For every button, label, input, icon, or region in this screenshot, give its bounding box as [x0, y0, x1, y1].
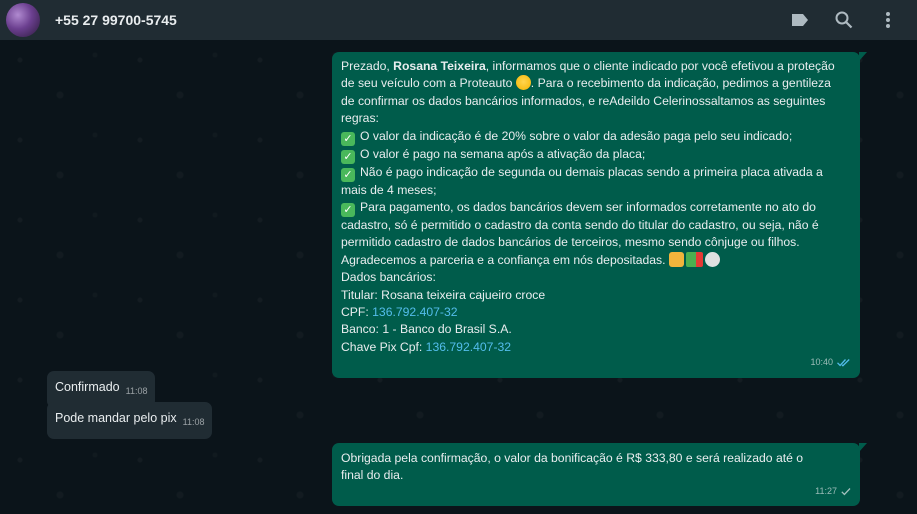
- bank-heading: Dados bancários:: [341, 270, 436, 285]
- search-icon[interactable]: [833, 9, 855, 31]
- rule-text: permitido cadastro de dados bancários de…: [341, 235, 800, 250]
- greeting-text: Prezado,: [341, 59, 394, 73]
- bubble-tail: [859, 443, 867, 452]
- grinning-face-icon: [515, 75, 531, 91]
- cpf-line: CPF: 136.792.407-32: [341, 304, 851, 321]
- check-mark-icon: ✓: [341, 167, 355, 182]
- read-receipt-icon: [837, 359, 850, 368]
- rule-item: ✓ Para pagamento, os dados bancários deve…: [341, 199, 851, 218]
- rule-item: ✓ O valor é pago na semana após a ativaçã…: [341, 146, 851, 164]
- message-text: Obrigada pela confirmação, o valor da bo…: [341, 451, 804, 465]
- message-time: 10:40: [810, 357, 833, 368]
- check-mark-icon: ✓: [341, 203, 355, 218]
- cpf-link[interactable]: 136.792.407-32: [372, 305, 457, 319]
- check-mark-icon: ✓: [341, 149, 355, 164]
- message-time: 11:08: [125, 386, 148, 396]
- contact-avatar[interactable]: [6, 3, 40, 37]
- contact-name[interactable]: +55 27 99700-5745: [55, 12, 177, 28]
- thanks-line: Agradecemos a parceria e a confiança em …: [341, 251, 851, 269]
- menu-dots-icon[interactable]: [877, 9, 899, 31]
- truck-icon: [685, 251, 703, 267]
- rule-text: cadastro, só é permitido o cadastro da c…: [341, 218, 819, 233]
- message-meta: 10:40: [341, 354, 851, 371]
- customer-name: Rosana Teixeira: [393, 59, 486, 73]
- message-text: Confirmado: [55, 380, 120, 394]
- bank-name: Banco: 1 - Banco do Brasil S.A.: [341, 322, 512, 337]
- rule-text: O valor é pago na semana após a ativação…: [360, 146, 646, 161]
- incoming-message[interactable]: Pode mandar pelo pix 11:08: [47, 402, 213, 439]
- outgoing-message-confirmation[interactable]: Obrigada pela confirmação, o valor da bo…: [332, 443, 867, 507]
- rules-heading: regras:: [341, 111, 379, 126]
- pix-label: Chave Pix Cpf:: [341, 339, 426, 354]
- pix-link[interactable]: 136.792.407-32: [426, 340, 511, 354]
- account-holder: Titular: Rosana teixeira cajueiro croce: [341, 287, 546, 302]
- message-line: de seu veículo com a Proteauto . Para o …: [341, 75, 851, 92]
- check-mark-icon: ✓: [341, 131, 355, 146]
- dash-cloud-icon: [704, 251, 720, 267]
- intro-text: de seu veículo com a Proteauto: [341, 76, 516, 91]
- rule-item: ✓ Não é pago indicação de segunda ou dema…: [341, 164, 851, 182]
- chat-header[interactable]: +55 27 99700-5745: [0, 0, 917, 40]
- label-icon[interactable]: [789, 9, 811, 31]
- intro-text: de confirmar os dados bancários informad…: [341, 93, 826, 108]
- rule-item: ✓ O valor da indicação é de 20% sobre o v…: [341, 128, 851, 146]
- rule-text: Para pagamento, os dados bancários devem…: [360, 200, 816, 215]
- cpf-label: CPF:: [341, 305, 373, 320]
- rule-text: Não é pago indicação de segunda ou demai…: [360, 164, 823, 179]
- intro-text: . Para o recebimento da indicação, pedim…: [530, 76, 831, 91]
- message-line: Prezado, Rosana Teixeira, informamos que…: [341, 58, 851, 75]
- message-meta: 11:27: [341, 483, 851, 500]
- bubble-tail: [859, 52, 867, 61]
- rule-text: O valor da indicação é de 20% sobre o va…: [360, 128, 793, 143]
- message-text: Pode mandar pelo pix: [55, 411, 177, 425]
- intro-text: , informamos que o cliente indicado por …: [485, 59, 835, 73]
- message-time: 11:27: [815, 485, 837, 496]
- sent-check-icon: [841, 488, 851, 496]
- header-actions: [789, 0, 899, 40]
- handshake-icon: [668, 251, 684, 267]
- rule-text: mais de 4 meses;: [341, 182, 437, 197]
- message-time: 11:08: [182, 417, 205, 427]
- thanks-text: Agradecemos a parceria e a confiança em …: [341, 252, 669, 267]
- outgoing-message-referral[interactable]: Prezado, Rosana Teixeira, informamos que…: [332, 52, 867, 378]
